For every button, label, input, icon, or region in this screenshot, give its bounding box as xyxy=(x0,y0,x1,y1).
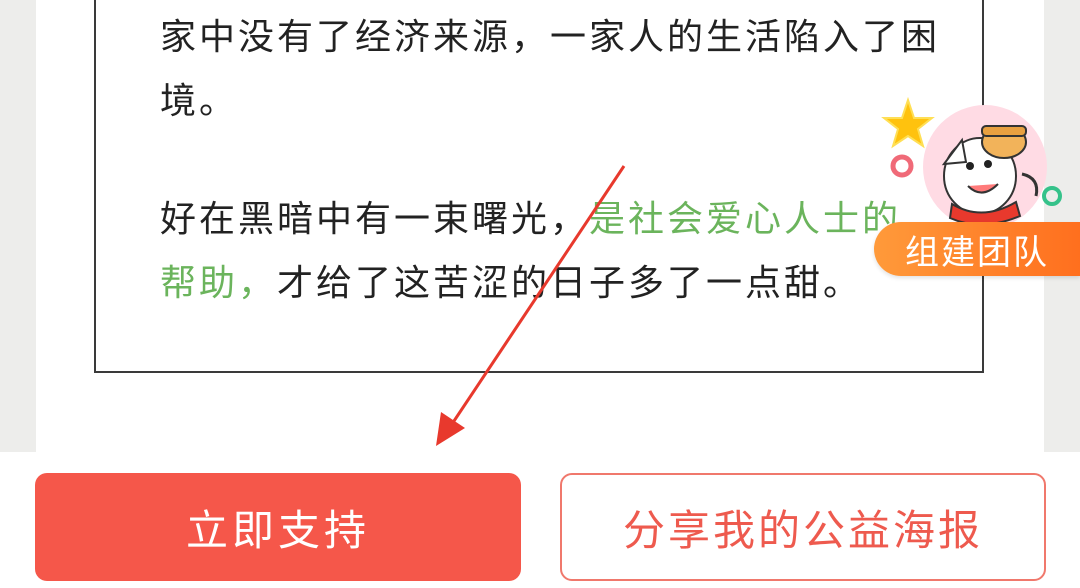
story-paragraph-1: 家中没有了经济来源，一家人的生活陷入了困境。 xyxy=(160,17,941,122)
ring-icon xyxy=(890,154,914,178)
mascot-avatar-icon xyxy=(923,105,1047,229)
story-text-start: 好在黑暗中有一束曙光， xyxy=(160,199,590,240)
story-paragraph-2: 好在黑暗中有一束曙光，是社会爱心人士的帮助，才给了这苦涩的日子多了一点甜。 xyxy=(160,188,940,316)
share-poster-button[interactable]: 分享我的公益海报 xyxy=(560,473,1046,581)
build-team-label: 组建团队 xyxy=(874,222,1080,276)
build-team-widget[interactable]: 组建团队 xyxy=(872,96,1080,286)
story-text: 家中没有了经济来源，一家人的生活陷入了困境。 好在黑暗中有一束曙光，是社会爱心人… xyxy=(160,6,940,316)
story-card: 家中没有了经济来源，一家人的生活陷入了困境。 好在黑暗中有一束曙光，是社会爱心人… xyxy=(94,0,984,373)
support-now-button[interactable]: 立即支持 xyxy=(35,473,521,581)
story-text-end: 才给了这苦涩的日子多了一点甜。 xyxy=(277,263,863,304)
